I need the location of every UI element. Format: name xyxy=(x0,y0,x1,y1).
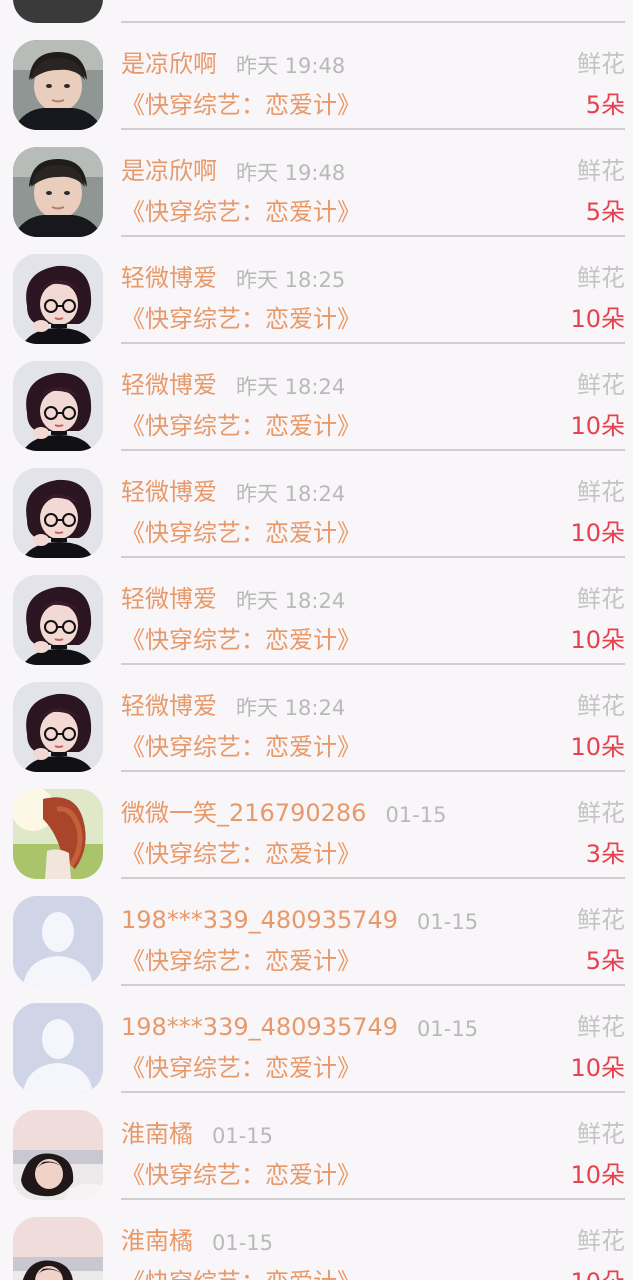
gift-record-row[interactable]: 轻微博爱 昨天 18:25 《快穿综艺：恋爱计》 鲜花 10朵 xyxy=(0,225,633,344)
book-title[interactable]: 《快穿综艺：恋爱计》 xyxy=(121,623,361,657)
gift-type-label: 鲜花 xyxy=(577,157,625,185)
gift-record-row[interactable]: 轻微博爱 昨天 18:24 《快穿综艺：恋爱计》 鲜花 10朵 xyxy=(0,653,633,772)
gift-type-label: 鲜花 xyxy=(577,906,625,934)
user-name[interactable]: 轻微博爱 xyxy=(121,582,217,616)
user-name[interactable]: 轻微博爱 xyxy=(121,475,217,509)
gift-type-label: 鲜花 xyxy=(577,1120,625,1148)
gift-time: 昨天 18:24 xyxy=(236,375,346,399)
gift-count: 5朵 xyxy=(585,198,625,226)
book-title[interactable]: 《快穿综艺：恋爱计》 xyxy=(121,1051,361,1085)
gift-time: 昨天 18:25 xyxy=(236,268,346,292)
user-name[interactable]: 淮南橘 xyxy=(121,1117,193,1151)
user-name[interactable]: 198***339_480935749 xyxy=(121,1010,398,1044)
book-title[interactable]: 《快穿综艺：恋爱计》 xyxy=(121,88,361,122)
book-title[interactable]: 《快穿综艺：恋爱计》 xyxy=(121,302,361,336)
gift-record-row[interactable]: 淮南橘 01-15 《快穿综艺：恋爱计》 鲜花 10朵 xyxy=(0,1081,633,1200)
gift-record-list[interactable]: 是凉欣啊 昨天 19:48 《快穿综艺：恋爱计》 鲜花 5朵 是凉欣啊 昨天 1… xyxy=(0,0,633,1280)
gift-count: 10朵 xyxy=(570,733,625,761)
gift-time: 01-15 xyxy=(385,803,447,827)
gift-type-label: 鲜花 xyxy=(577,1227,625,1255)
gift-time: 01-15 xyxy=(417,1017,479,1041)
default-user-avatar[interactable] xyxy=(13,896,103,986)
anime-girl-glasses-avatar[interactable] xyxy=(13,254,103,344)
gift-time: 01-15 xyxy=(212,1124,274,1148)
gift-record-row[interactable]: 淮南橘 01-15 《快穿综艺：恋爱计》 鲜花 10朵 xyxy=(0,1188,633,1280)
gift-record-row[interactable]: 是凉欣啊 昨天 19:48 《快穿综艺：恋爱计》 鲜花 5朵 xyxy=(0,118,633,237)
gift-record-row[interactable]: 轻微博爱 昨天 18:24 《快穿综艺：恋爱计》 鲜花 10朵 xyxy=(0,439,633,558)
user-name[interactable]: 轻微博爱 xyxy=(121,368,217,402)
gift-time: 昨天 19:48 xyxy=(236,54,346,78)
gift-time: 01-15 xyxy=(212,1231,274,1255)
book-title[interactable]: 《快穿综艺：恋爱计》 xyxy=(121,944,361,978)
user-name[interactable]: 198***339_480935749 xyxy=(121,903,398,937)
user-name[interactable]: 是凉欣啊 xyxy=(121,154,217,188)
gift-record-row[interactable]: 198***339_480935749 01-15 《快穿综艺：恋爱计》 鲜花 … xyxy=(0,974,633,1093)
user-name[interactable]: 是凉欣啊 xyxy=(121,47,217,81)
anime-girl-glasses-avatar[interactable] xyxy=(13,575,103,665)
gift-time: 昨天 18:24 xyxy=(236,696,346,720)
anime-girl-glasses-avatar[interactable] xyxy=(13,682,103,772)
gift-count: 10朵 xyxy=(570,1054,625,1082)
gift-time: 昨天 18:24 xyxy=(236,589,346,613)
boy-photo-avatar[interactable] xyxy=(13,40,103,130)
user-name[interactable]: 淮南橘 xyxy=(121,1224,193,1258)
gift-type-label: 鲜花 xyxy=(577,371,625,399)
book-title[interactable]: 《快穿综艺：恋爱计》 xyxy=(121,837,361,871)
gift-count: 10朵 xyxy=(570,519,625,547)
user-name[interactable]: 轻微博爱 xyxy=(121,689,217,723)
gift-time: 昨天 19:48 xyxy=(236,161,346,185)
anime-girl-glasses-avatar[interactable] xyxy=(13,361,103,451)
gift-count: 10朵 xyxy=(570,1265,625,1280)
flower-gift-list-screen: 是凉欣啊 昨天 19:48 《快穿综艺：恋爱计》 鲜花 5朵 是凉欣啊 昨天 1… xyxy=(0,0,633,1280)
gift-type-label: 鲜花 xyxy=(577,585,625,613)
gift-type-label: 鲜花 xyxy=(577,478,625,506)
gift-count: 10朵 xyxy=(570,305,625,333)
gift-type-label: 鲜花 xyxy=(577,1013,625,1041)
boy-photo-avatar[interactable] xyxy=(13,147,103,237)
gift-type-label: 鲜花 xyxy=(577,799,625,827)
user-name[interactable]: 微微一笑_216790286 xyxy=(121,796,366,830)
gift-record-row[interactable]: 是凉欣啊 昨天 19:48 《快穿综艺：恋爱计》 鲜花 5朵 xyxy=(0,11,633,130)
book-title[interactable]: 《快穿综艺：恋爱计》 xyxy=(121,730,361,764)
gift-count: 5朵 xyxy=(585,91,625,119)
gift-count: 10朵 xyxy=(570,626,625,654)
gift-record-row[interactable] xyxy=(0,0,633,23)
book-title[interactable]: 《快穿综艺：恋爱计》 xyxy=(121,1265,361,1280)
gift-type-label: 鲜花 xyxy=(577,50,625,78)
beach-girl-avatar[interactable] xyxy=(13,1110,103,1200)
gift-record-row[interactable]: 微微一笑_216790286 01-15 《快穿综艺：恋爱计》 鲜花 3朵 xyxy=(0,760,633,879)
default-user-avatar[interactable] xyxy=(13,1003,103,1093)
book-title[interactable]: 《快穿综艺：恋爱计》 xyxy=(121,1158,361,1192)
gift-count: 5朵 xyxy=(585,947,625,975)
book-title[interactable]: 《快穿综艺：恋爱计》 xyxy=(121,516,361,550)
gift-record-row[interactable]: 轻微博爱 昨天 18:24 《快穿综艺：恋爱计》 鲜花 10朵 xyxy=(0,546,633,665)
gift-time: 昨天 18:24 xyxy=(236,482,346,506)
gift-record-row[interactable]: 轻微博爱 昨天 18:24 《快穿综艺：恋爱计》 鲜花 10朵 xyxy=(0,332,633,451)
user-name[interactable]: 轻微博爱 xyxy=(121,261,217,295)
gift-count: 10朵 xyxy=(570,1161,625,1189)
gift-count: 3朵 xyxy=(585,840,625,868)
beach-girl-avatar[interactable] xyxy=(13,1217,103,1280)
book-title[interactable]: 《快穿综艺：恋爱计》 xyxy=(121,195,361,229)
gift-type-label: 鲜花 xyxy=(577,264,625,292)
red-hair-girl-avatar[interactable] xyxy=(13,789,103,879)
gift-count: 10朵 xyxy=(570,412,625,440)
gift-type-label: 鲜花 xyxy=(577,692,625,720)
gift-record-row[interactable]: 198***339_480935749 01-15 《快穿综艺：恋爱计》 鲜花 … xyxy=(0,867,633,986)
anime-girl-glasses-avatar[interactable] xyxy=(13,468,103,558)
book-title[interactable]: 《快穿综艺：恋爱计》 xyxy=(121,409,361,443)
gift-time: 01-15 xyxy=(417,910,479,934)
